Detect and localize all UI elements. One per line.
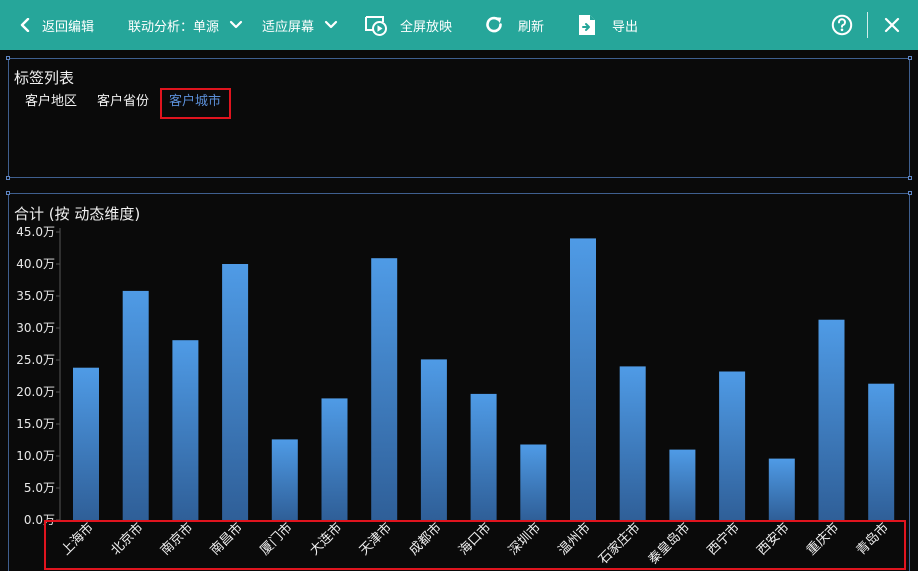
close-button[interactable] xyxy=(884,0,900,50)
fullscreen-play-button[interactable]: 全屏放映 xyxy=(364,0,452,50)
resize-handle[interactable] xyxy=(908,56,912,60)
toolbar: 返回编辑 联动分析：单源 适应屏幕 全屏放映 刷新 导出 xyxy=(0,0,918,50)
back-to-edit-label: 返回编辑 xyxy=(42,19,95,35)
export-button[interactable]: 导出 xyxy=(578,0,638,50)
export-file-icon xyxy=(578,14,596,36)
chevron-down-icon xyxy=(324,20,338,30)
refresh-label: 刷新 xyxy=(518,19,545,35)
tag-list: 客户地区 客户省份 客户城市 xyxy=(25,93,241,111)
help-icon xyxy=(831,14,853,36)
help-button[interactable] xyxy=(831,0,853,50)
resize-handle[interactable] xyxy=(6,191,10,195)
resize-handle[interactable] xyxy=(908,191,912,195)
tag-customer-region[interactable]: 客户地区 xyxy=(25,93,77,111)
resize-handle[interactable] xyxy=(6,176,10,180)
tag-list-title: 标签列表 xyxy=(14,69,75,87)
chart-title: 合计 (按 动态维度) xyxy=(14,205,141,223)
back-to-edit-button[interactable]: 返回编辑 xyxy=(20,0,94,50)
tag-customer-province[interactable]: 客户省份 xyxy=(97,93,149,111)
chevron-left-icon xyxy=(20,18,30,32)
chevron-down-icon xyxy=(229,20,243,30)
fit-screen-label: 适应屏幕 xyxy=(262,19,315,35)
resize-handle[interactable] xyxy=(908,176,912,180)
resize-handle[interactable] xyxy=(6,56,10,60)
refresh-icon xyxy=(484,15,504,35)
fullscreen-play-label: 全屏放映 xyxy=(400,19,453,35)
tag-customer-city[interactable]: 客户城市 xyxy=(169,93,221,111)
linkage-analysis-dropdown[interactable]: 联动分析：单源 xyxy=(128,0,243,50)
linkage-analysis-label: 联动分析：单源 xyxy=(128,19,220,35)
chart-panel: 合计 (按 动态维度) xyxy=(6,191,912,571)
close-icon xyxy=(884,17,900,33)
fit-screen-dropdown[interactable]: 适应屏幕 xyxy=(262,0,338,50)
refresh-button[interactable]: 刷新 xyxy=(484,0,544,50)
tag-list-panel: 标签列表 客户地区 客户省份 客户城市 xyxy=(6,56,912,180)
export-label: 导出 xyxy=(612,19,639,35)
presentation-play-icon xyxy=(364,13,388,37)
toolbar-divider xyxy=(867,12,868,38)
